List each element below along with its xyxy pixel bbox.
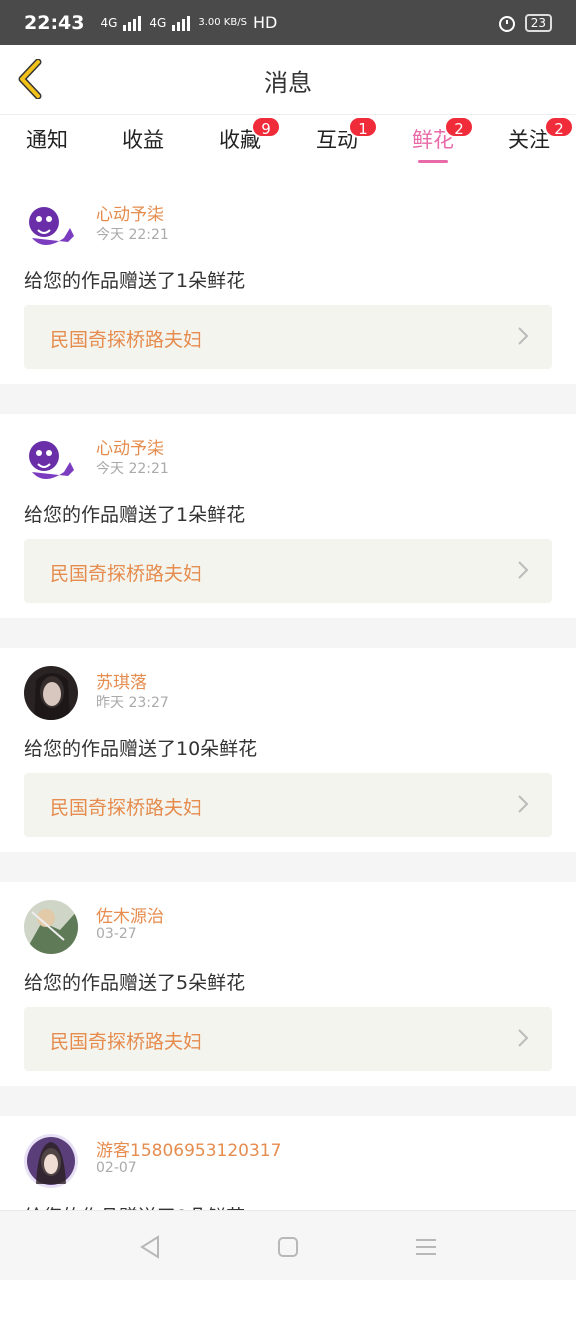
battery-level: 23 (525, 14, 552, 32)
work-title: 民国奇探桥路夫妇 (50, 325, 202, 352)
active-tab-indicator (418, 160, 448, 163)
flower-message-list: 心动予柒 今天 22:21 给您的作品赠送了1朵鲜花 民国奇探桥路夫妇 心动予柒… (0, 180, 576, 1320)
message-text: 给您的作品赠送了10朵鲜花 (24, 734, 257, 761)
tab-flowers[interactable]: 鲜花 2 (398, 124, 468, 163)
unread-badge: 2 (544, 116, 574, 138)
work-title: 民国奇探桥路夫妇 (50, 559, 202, 586)
nav-home-icon[interactable] (274, 1233, 302, 1261)
list-item: 苏琪落 昨天 23:27 给您的作品赠送了10朵鲜花 民国奇探桥路夫妇 (0, 648, 576, 852)
chevron-right-icon (516, 559, 530, 581)
sender-name[interactable]: 佐木源治 (96, 902, 164, 927)
message-time: 02-07 (96, 1160, 137, 1176)
message-time: 昨天 23:27 (96, 692, 169, 712)
nav-back-icon[interactable] (136, 1233, 164, 1261)
header-bar: 消息 (0, 45, 576, 115)
work-link-card[interactable]: 民国奇探桥路夫妇 (24, 539, 552, 603)
tab-label: 通知 (26, 128, 68, 152)
chevron-right-icon (516, 793, 530, 815)
tab-earnings[interactable]: 收益 (108, 124, 178, 154)
divider (0, 384, 576, 414)
message-time: 今天 22:21 (96, 224, 169, 244)
sender-name[interactable]: 苏琪落 (96, 668, 147, 693)
avatar[interactable] (24, 1134, 78, 1188)
chevron-right-icon (516, 325, 530, 347)
avatar[interactable] (24, 900, 78, 954)
tab-follow[interactable]: 关注 2 (494, 124, 564, 154)
system-nav-bar (0, 1210, 576, 1280)
tab-interaction[interactable]: 互动 1 (302, 124, 372, 154)
avatar[interactable] (24, 198, 78, 252)
net-speed: 3.00 KB/S (198, 18, 247, 28)
page-title: 消息 (0, 63, 576, 98)
sender-name[interactable]: 游客15806953120317 (96, 1136, 281, 1161)
work-title: 民国奇探桥路夫妇 (50, 793, 202, 820)
message-time: 03-27 (96, 926, 137, 942)
signal-bars-icon (172, 15, 192, 31)
nav-menu-icon[interactable] (412, 1233, 440, 1261)
work-link-card[interactable]: 民国奇探桥路夫妇 (24, 1007, 552, 1071)
avatar[interactable] (24, 666, 78, 720)
work-link-card[interactable]: 民国奇探桥路夫妇 (24, 773, 552, 837)
divider (0, 1086, 576, 1116)
avatar[interactable] (24, 432, 78, 486)
status-time: 22:43 (24, 12, 84, 34)
sender-name[interactable]: 心动予柒 (96, 200, 164, 225)
message-text: 给您的作品赠送了1朵鲜花 (24, 266, 245, 293)
alarm-icon (497, 13, 517, 33)
unread-badge: 9 (251, 116, 281, 138)
unread-badge: 1 (348, 116, 378, 138)
status-bar: 22:43 4G 4G 3.00 KB/S HD 23 (0, 0, 576, 45)
list-item: 心动予柒 今天 22:21 给您的作品赠送了1朵鲜花 民国奇探桥路夫妇 (0, 180, 576, 384)
tab-favorites[interactable]: 收藏 9 (205, 124, 275, 154)
tab-notice[interactable]: 通知 (12, 124, 82, 154)
signal-1-label: 4G (100, 16, 117, 30)
work-link-card[interactable]: 民国奇探桥路夫妇 (24, 305, 552, 369)
message-text: 给您的作品赠送了1朵鲜花 (24, 500, 245, 527)
sender-name[interactable]: 心动予柒 (96, 434, 164, 459)
work-title: 民国奇探桥路夫妇 (50, 1027, 202, 1054)
hd-indicator: HD (253, 13, 277, 32)
tab-label: 收益 (122, 128, 164, 152)
message-text: 给您的作品赠送了5朵鲜花 (24, 968, 245, 995)
tab-bar: 通知 收益 收藏 9 互动 1 鲜花 2 关注 2 (0, 116, 576, 166)
divider (0, 618, 576, 648)
signal-bars-icon (123, 15, 143, 31)
list-item: 心动予柒 今天 22:21 给您的作品赠送了1朵鲜花 民国奇探桥路夫妇 (0, 414, 576, 618)
divider (0, 852, 576, 882)
tab-label: 关注 (508, 128, 550, 152)
unread-badge: 2 (444, 116, 474, 138)
signal-2-label: 4G (149, 16, 166, 30)
list-item: 佐木源治 03-27 给您的作品赠送了5朵鲜花 民国奇探桥路夫妇 (0, 882, 576, 1086)
chevron-right-icon (516, 1027, 530, 1049)
message-time: 今天 22:21 (96, 458, 169, 478)
